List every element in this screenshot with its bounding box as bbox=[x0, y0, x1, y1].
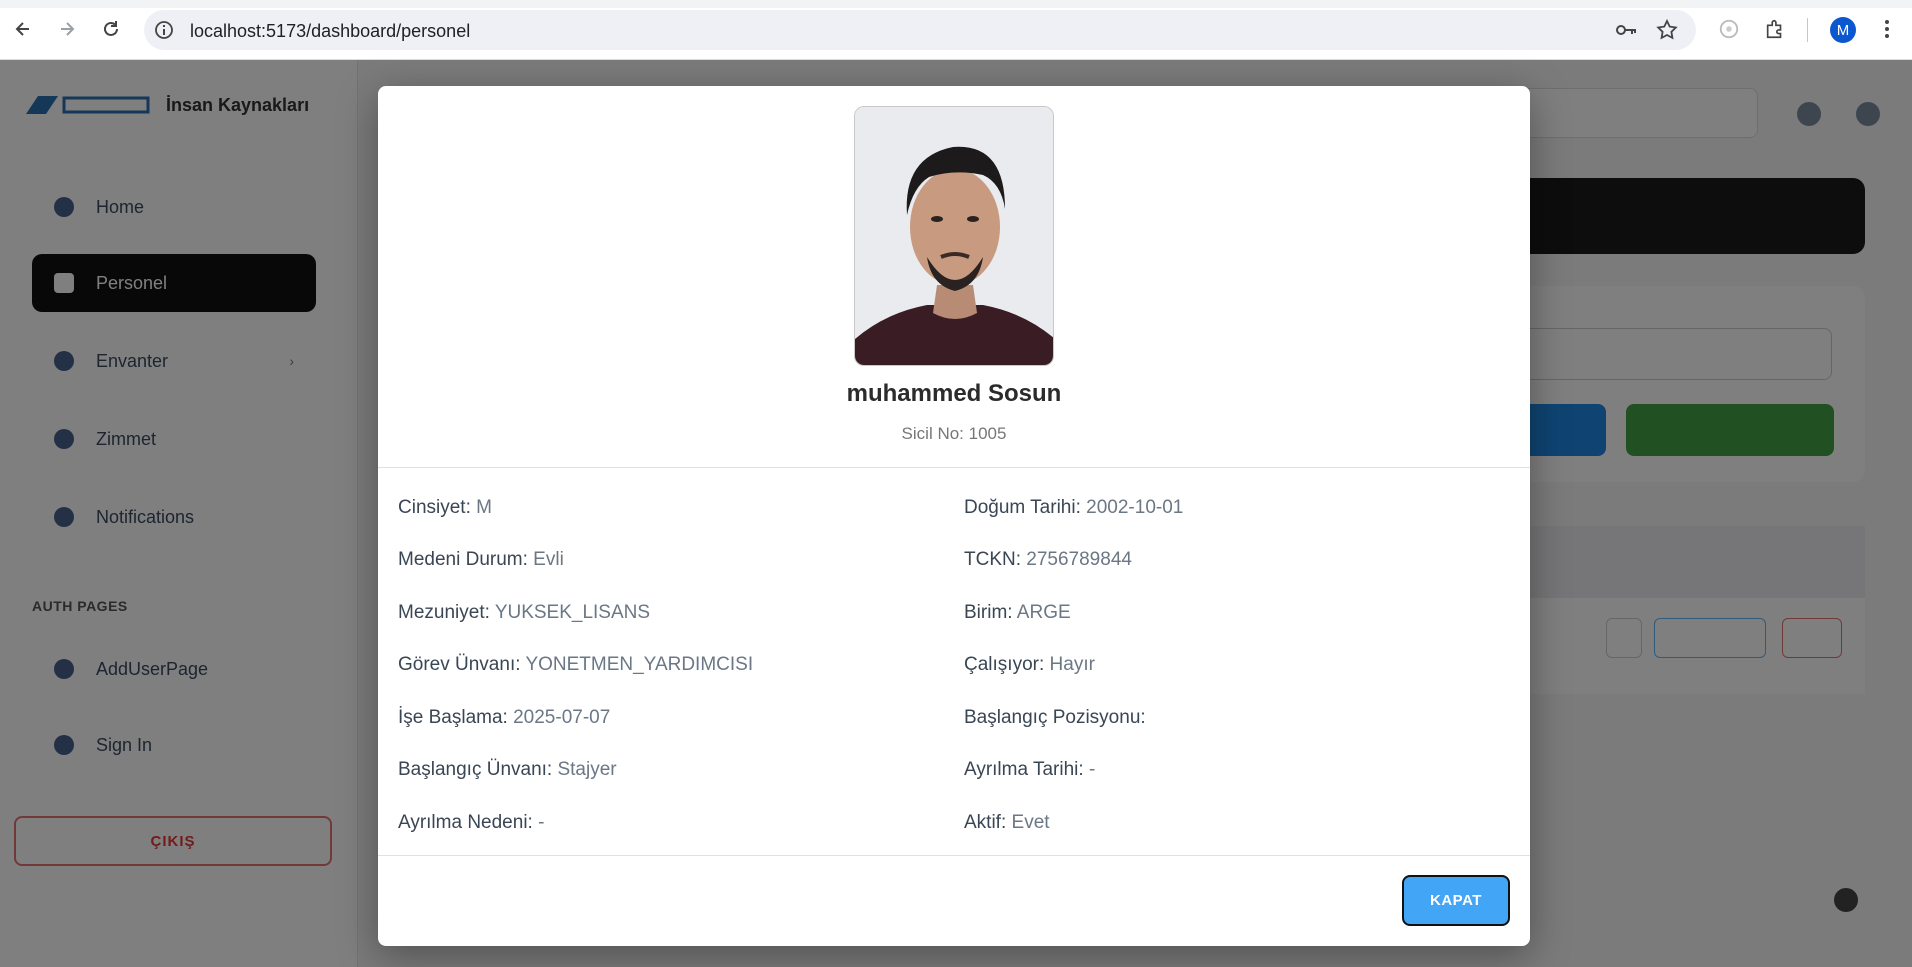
field-value: Evet bbox=[1011, 812, 1050, 833]
reload-button[interactable] bbox=[96, 14, 126, 44]
url-text[interactable]: localhost:5173/dashboard/personel bbox=[190, 21, 470, 42]
toolbar-separator bbox=[1807, 18, 1808, 42]
field-value: 2756789844 bbox=[1026, 549, 1132, 570]
personnel-photo bbox=[854, 106, 1054, 366]
field-value: M bbox=[476, 497, 492, 518]
field-marital-status: Medeni Durum: Evli bbox=[398, 548, 564, 572]
password-key-icon[interactable] bbox=[1614, 20, 1638, 40]
site-info-icon[interactable] bbox=[154, 20, 174, 40]
field-value: Stajyer bbox=[557, 759, 617, 780]
field-value: - bbox=[538, 812, 545, 833]
field-label: İşe Başlama: bbox=[398, 707, 508, 728]
field-department: Birim: ARGE bbox=[964, 601, 1071, 625]
back-arrow-icon bbox=[15, 22, 29, 36]
field-start-date: İşe Başlama: 2025-07-07 bbox=[398, 706, 610, 730]
field-education: Mezuniyet: YUKSEK_LISANS bbox=[398, 601, 650, 625]
field-job-title: Görev Ünvanı: YONETMEN_YARDIMCISI bbox=[398, 653, 753, 677]
field-label: Çalışıyor: bbox=[964, 654, 1045, 675]
field-label: Görev Ünvanı: bbox=[398, 654, 521, 675]
forward-arrow-icon bbox=[61, 22, 75, 36]
field-value: Evli bbox=[533, 549, 564, 570]
personnel-detail-dialog: muhammed Sosun Sicil No: 1005 Cinsiyet: … bbox=[378, 86, 1530, 946]
bookmark-star-icon[interactable] bbox=[1656, 19, 1678, 41]
field-label: Mezuniyet: bbox=[398, 602, 490, 623]
field-label: Aktif: bbox=[964, 812, 1007, 833]
back-button[interactable] bbox=[8, 14, 38, 44]
field-value: 2002-10-01 bbox=[1086, 497, 1184, 518]
browser-toolbar: localhost:5173/dashboard/personel M bbox=[0, 0, 1912, 60]
field-label: Birim: bbox=[964, 602, 1013, 623]
field-start-title: Başlangıç Ünvanı: Stajyer bbox=[398, 758, 617, 782]
registry-number: Sicil No: 1005 bbox=[901, 424, 1007, 443]
field-tckn: TCKN: 2756789844 bbox=[964, 548, 1132, 572]
menu-kebab-icon[interactable] bbox=[1874, 16, 1900, 42]
close-button[interactable]: KAPAT bbox=[1402, 875, 1510, 926]
field-active: Aktif: Evet bbox=[964, 811, 1050, 835]
field-value: 2025-07-07 bbox=[513, 707, 611, 728]
portrait-image bbox=[855, 107, 1053, 365]
field-value: YUKSEK_LISANS bbox=[494, 602, 651, 623]
field-leave-date: Ayrılma Tarihi: - bbox=[964, 758, 1095, 782]
field-label: Doğum Tarihi: bbox=[964, 497, 1081, 518]
field-label: Cinsiyet: bbox=[398, 497, 471, 518]
field-label: TCKN: bbox=[964, 549, 1021, 570]
field-label: Başlangıç Pozisyonu: bbox=[964, 707, 1146, 728]
extension-puzzle-dim-icon[interactable] bbox=[1716, 16, 1742, 42]
field-value: - bbox=[1088, 759, 1096, 780]
field-label: Ayrılma Nedeni: bbox=[398, 812, 533, 833]
extensions-icon[interactable] bbox=[1762, 16, 1788, 42]
reload-icon bbox=[104, 21, 118, 36]
field-label: Ayrılma Tarihi: bbox=[964, 759, 1084, 780]
profile-avatar[interactable]: M bbox=[1830, 17, 1856, 43]
field-value: YONETMEN_YARDIMCISI bbox=[525, 654, 754, 675]
forward-button[interactable] bbox=[52, 14, 82, 44]
field-start-position: Başlangıç Pozisyonu: bbox=[964, 706, 1146, 730]
address-bar[interactable]: localhost:5173/dashboard/personel bbox=[144, 10, 1696, 50]
field-working: Çalışıyor: Hayır bbox=[964, 653, 1095, 677]
tab-strip bbox=[0, 0, 1912, 8]
personnel-name: muhammed Sosun bbox=[846, 380, 1062, 407]
field-gender: Cinsiyet: M bbox=[398, 496, 492, 520]
field-value: ARGE bbox=[1016, 602, 1071, 623]
divider bbox=[378, 855, 1530, 856]
field-label: Başlangıç Ünvanı: bbox=[398, 759, 553, 780]
divider bbox=[378, 467, 1530, 468]
field-value: Hayır bbox=[1049, 654, 1095, 675]
field-leave-reason: Ayrılma Nedeni: - bbox=[398, 811, 544, 835]
field-birth-date: Doğum Tarihi: 2002-10-01 bbox=[964, 496, 1183, 520]
field-label: Medeni Durum: bbox=[398, 549, 528, 570]
